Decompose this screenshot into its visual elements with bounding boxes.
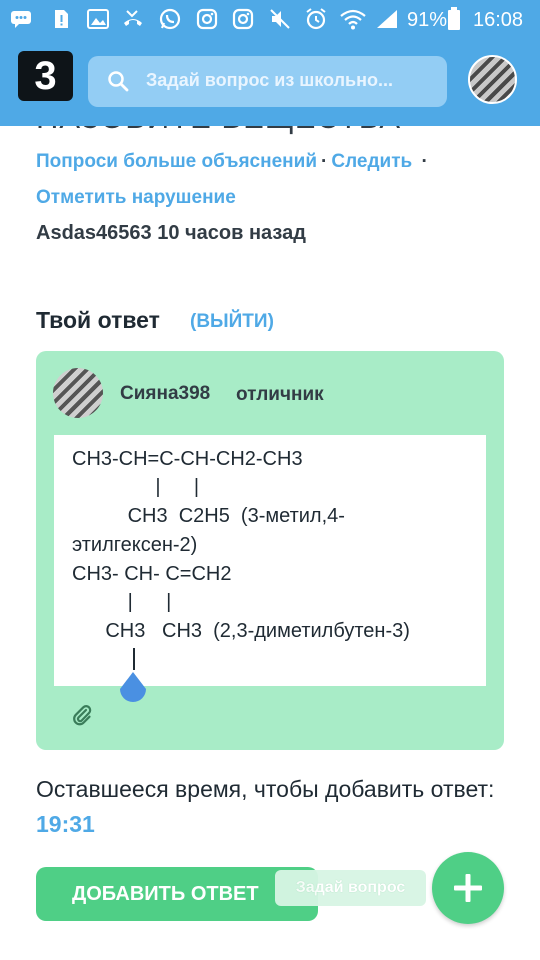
editor-line: CH3 CH3 (2,3-диметилбутен-3) [72, 620, 410, 642]
question-time-ago: 10 часов назад [157, 222, 306, 244]
answerer-avatar [53, 368, 103, 418]
instagram-icon [195, 7, 219, 31]
answerer-rank: отличник [236, 384, 324, 405]
mute-icon [268, 7, 292, 31]
question-actions: Попроси больше объяснений · Следить · [36, 151, 432, 173]
alarm-icon [304, 7, 328, 31]
question-author-row: Asdas46563 10 часов назад [36, 222, 306, 245]
sim-alert-icon [50, 7, 72, 31]
battery-percent: 91% [407, 9, 448, 31]
follow-link[interactable]: Следить [331, 151, 412, 172]
search-placeholder: Задай вопрос из школьно... [146, 70, 393, 90]
answer-card: Сияна398 отличник CH3-CH=C-CH-CH2-CH3 | … [36, 351, 504, 750]
missed-call-icon [121, 7, 145, 31]
plus-icon [454, 874, 482, 902]
report-link[interactable]: Отметить нарушение [36, 187, 236, 208]
ask-question-tooltip-text: Задай вопрос [295, 879, 406, 896]
search-input[interactable]: Задай вопрос из школьно... [88, 56, 447, 107]
your-answer-heading: Твой ответ [36, 307, 160, 333]
remaining-time-label: Оставшееся время, чтобы добавить ответ: [36, 776, 495, 802]
exit-link[interactable]: (ВЫЙТИ) [190, 311, 274, 333]
editor-line: CH3 C2H5 (3-метил,4- [72, 505, 345, 527]
ask-question-fab[interactable] [432, 852, 504, 924]
user-avatar[interactable] [468, 55, 517, 104]
whatsapp-icon [158, 7, 182, 31]
editor-line: | | [72, 591, 172, 613]
logo-text: 3 [34, 53, 57, 98]
answerer-name: Сияна398 [120, 383, 211, 404]
attach-icon[interactable] [70, 703, 94, 727]
add-answer-label: ДОБАВИТЬ ОТВЕТ [72, 882, 259, 905]
search-icon [108, 71, 129, 92]
app-header: 3 Задай вопрос из школьно... [0, 38, 540, 126]
battery-icon [447, 7, 461, 31]
photo-icon [86, 7, 110, 31]
editor-line: | | [72, 476, 200, 498]
question-author[interactable]: Asdas46563 [36, 222, 152, 244]
editor-line: этилгексен-2) [72, 534, 198, 556]
separator-dot: · [321, 151, 328, 172]
status-time: 16:08 [473, 9, 524, 31]
znanija-logo[interactable]: 3 [18, 51, 73, 101]
wifi-icon [340, 7, 366, 31]
separator-dot-2: · [416, 151, 428, 172]
editor-line: CH3- CH- C=CH2 [72, 563, 232, 585]
chat-icon [10, 7, 32, 31]
remaining-time-value: 19:31 [36, 811, 95, 837]
remaining-time: Оставшееся время, чтобы добавить ответ: … [36, 772, 506, 842]
editor-line: CH3-CH=C-CH-CH2-CH3 [72, 448, 303, 470]
cursor-handle-icon[interactable] [118, 671, 148, 705]
answer-editor[interactable]: CH3-CH=C-CH-CH2-CH3 | | CH3 C2H5 (3-мети… [54, 435, 486, 702]
ask-more-link[interactable]: Попроси больше объяснений [36, 151, 317, 172]
ask-question-tooltip: Задай вопрос [275, 870, 426, 906]
signal-icon [375, 7, 399, 31]
text-cursor [133, 648, 135, 670]
status-bar: 91% 16:08 [0, 0, 540, 38]
instagram-icon-2 [231, 7, 255, 31]
